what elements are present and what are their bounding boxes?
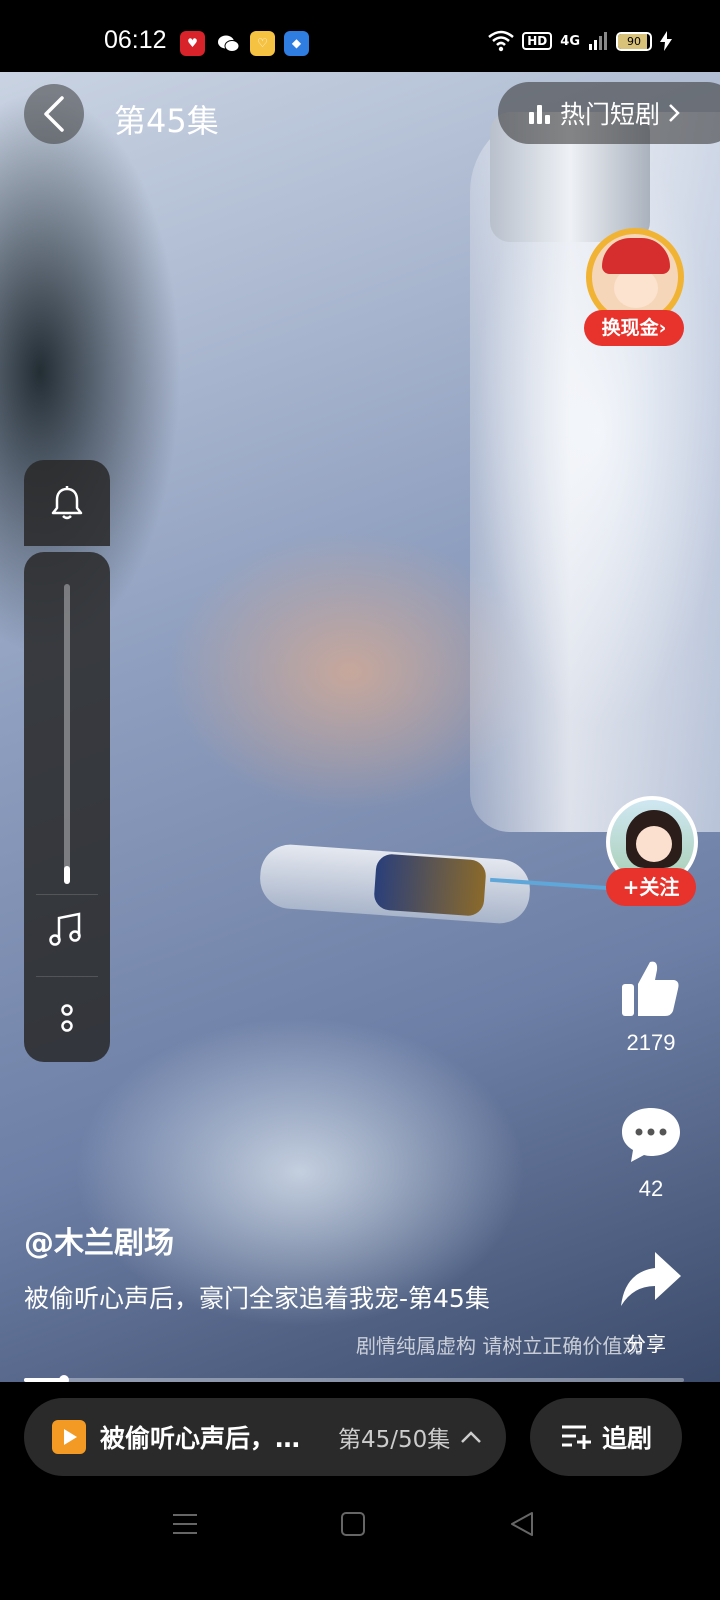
menu-nav-button[interactable]	[173, 1512, 197, 1536]
battery-icon: 90	[616, 31, 652, 51]
bottom-bar: 被偷听心声后，… 第45/50集 追剧	[0, 1382, 720, 1600]
author-avatar-face	[636, 826, 672, 862]
back-button[interactable]	[24, 84, 84, 144]
status-time: 06:12	[104, 26, 167, 54]
playlist-episode: 第45/50集	[338, 1427, 451, 1453]
chevron-left-icon	[44, 96, 64, 132]
music-button[interactable]	[46, 910, 88, 952]
video-description: 被偷听心声后，豪门全家追着我宠-第45集	[24, 1284, 490, 1313]
playlist-selector[interactable]: 被偷听心声后，… 第45/50集	[24, 1398, 506, 1476]
reward-avatar-face	[614, 268, 658, 308]
status-indicators: HD 4G 90	[488, 30, 672, 52]
like-button[interactable]: 2179	[606, 958, 696, 1056]
hot-drama-button[interactable]: 热门短剧	[498, 82, 720, 144]
chase-drama-button[interactable]: 追剧	[530, 1398, 682, 1476]
chart-bars-icon	[529, 105, 550, 124]
hd-badge: HD	[522, 32, 553, 50]
more-vertical-icon	[61, 1004, 73, 1032]
like-count: 2179	[626, 1030, 676, 1055]
video-frame-syringe-liquid	[373, 853, 487, 917]
play-series-icon	[52, 1420, 86, 1454]
app-icon-yellow: ♡	[250, 31, 275, 56]
cash-reward-label: 换现金	[601, 317, 659, 339]
chase-drama-label: 追剧	[601, 1424, 652, 1453]
music-note-icon	[49, 912, 81, 946]
hot-drama-label: 热门短剧	[560, 100, 661, 129]
signal-icon	[589, 32, 607, 50]
share-button[interactable]	[606, 1250, 696, 1314]
app-icon-red: ♥	[180, 31, 205, 56]
comment-icon	[622, 1108, 680, 1162]
author-name[interactable]: @木兰剧场	[24, 1218, 174, 1262]
bell-icon	[51, 486, 83, 520]
share-arrow-icon	[621, 1252, 681, 1306]
back-nav-button[interactable]	[510, 1512, 534, 1536]
notification-toggle[interactable]	[24, 460, 110, 546]
episode-title: 第45集	[114, 102, 219, 140]
playlist-title: 被偷听心声后，…	[100, 1424, 301, 1453]
battery-level: 90	[627, 34, 641, 48]
volume-slider[interactable]	[64, 584, 70, 884]
follow-button[interactable]: +关注	[606, 868, 696, 906]
disclaimer-text: 剧情纯属虚构 请树立正确价值观	[356, 1334, 643, 1358]
volume-slider-fill	[64, 866, 70, 884]
cash-reward-button[interactable]: 换现金›	[584, 310, 684, 346]
more-options-button[interactable]	[54, 998, 80, 1038]
wechat-icon	[216, 31, 241, 56]
thumbs-up-icon	[622, 961, 679, 1016]
comment-count: 42	[638, 1176, 664, 1201]
chevron-right-icon: ›	[658, 317, 667, 339]
reward-avatar-hat	[602, 238, 670, 274]
chevron-right-icon	[669, 104, 680, 122]
wifi-icon	[488, 30, 515, 52]
network-label: 4G	[560, 33, 580, 49]
volume-panel	[24, 552, 110, 1062]
add-list-icon	[561, 1425, 591, 1449]
panel-divider	[36, 976, 98, 977]
panel-divider	[36, 894, 98, 895]
home-nav-button[interactable]	[341, 1512, 365, 1536]
status-bar: 06:12 ♥ ♡ ◆ HD 4G 90	[0, 0, 720, 72]
charging-icon	[660, 31, 672, 51]
chevron-up-icon	[461, 1431, 482, 1443]
comment-button[interactable]: 42	[606, 1104, 696, 1202]
system-nav-bar	[0, 1492, 720, 1552]
app-icon-blue: ◆	[284, 31, 309, 56]
